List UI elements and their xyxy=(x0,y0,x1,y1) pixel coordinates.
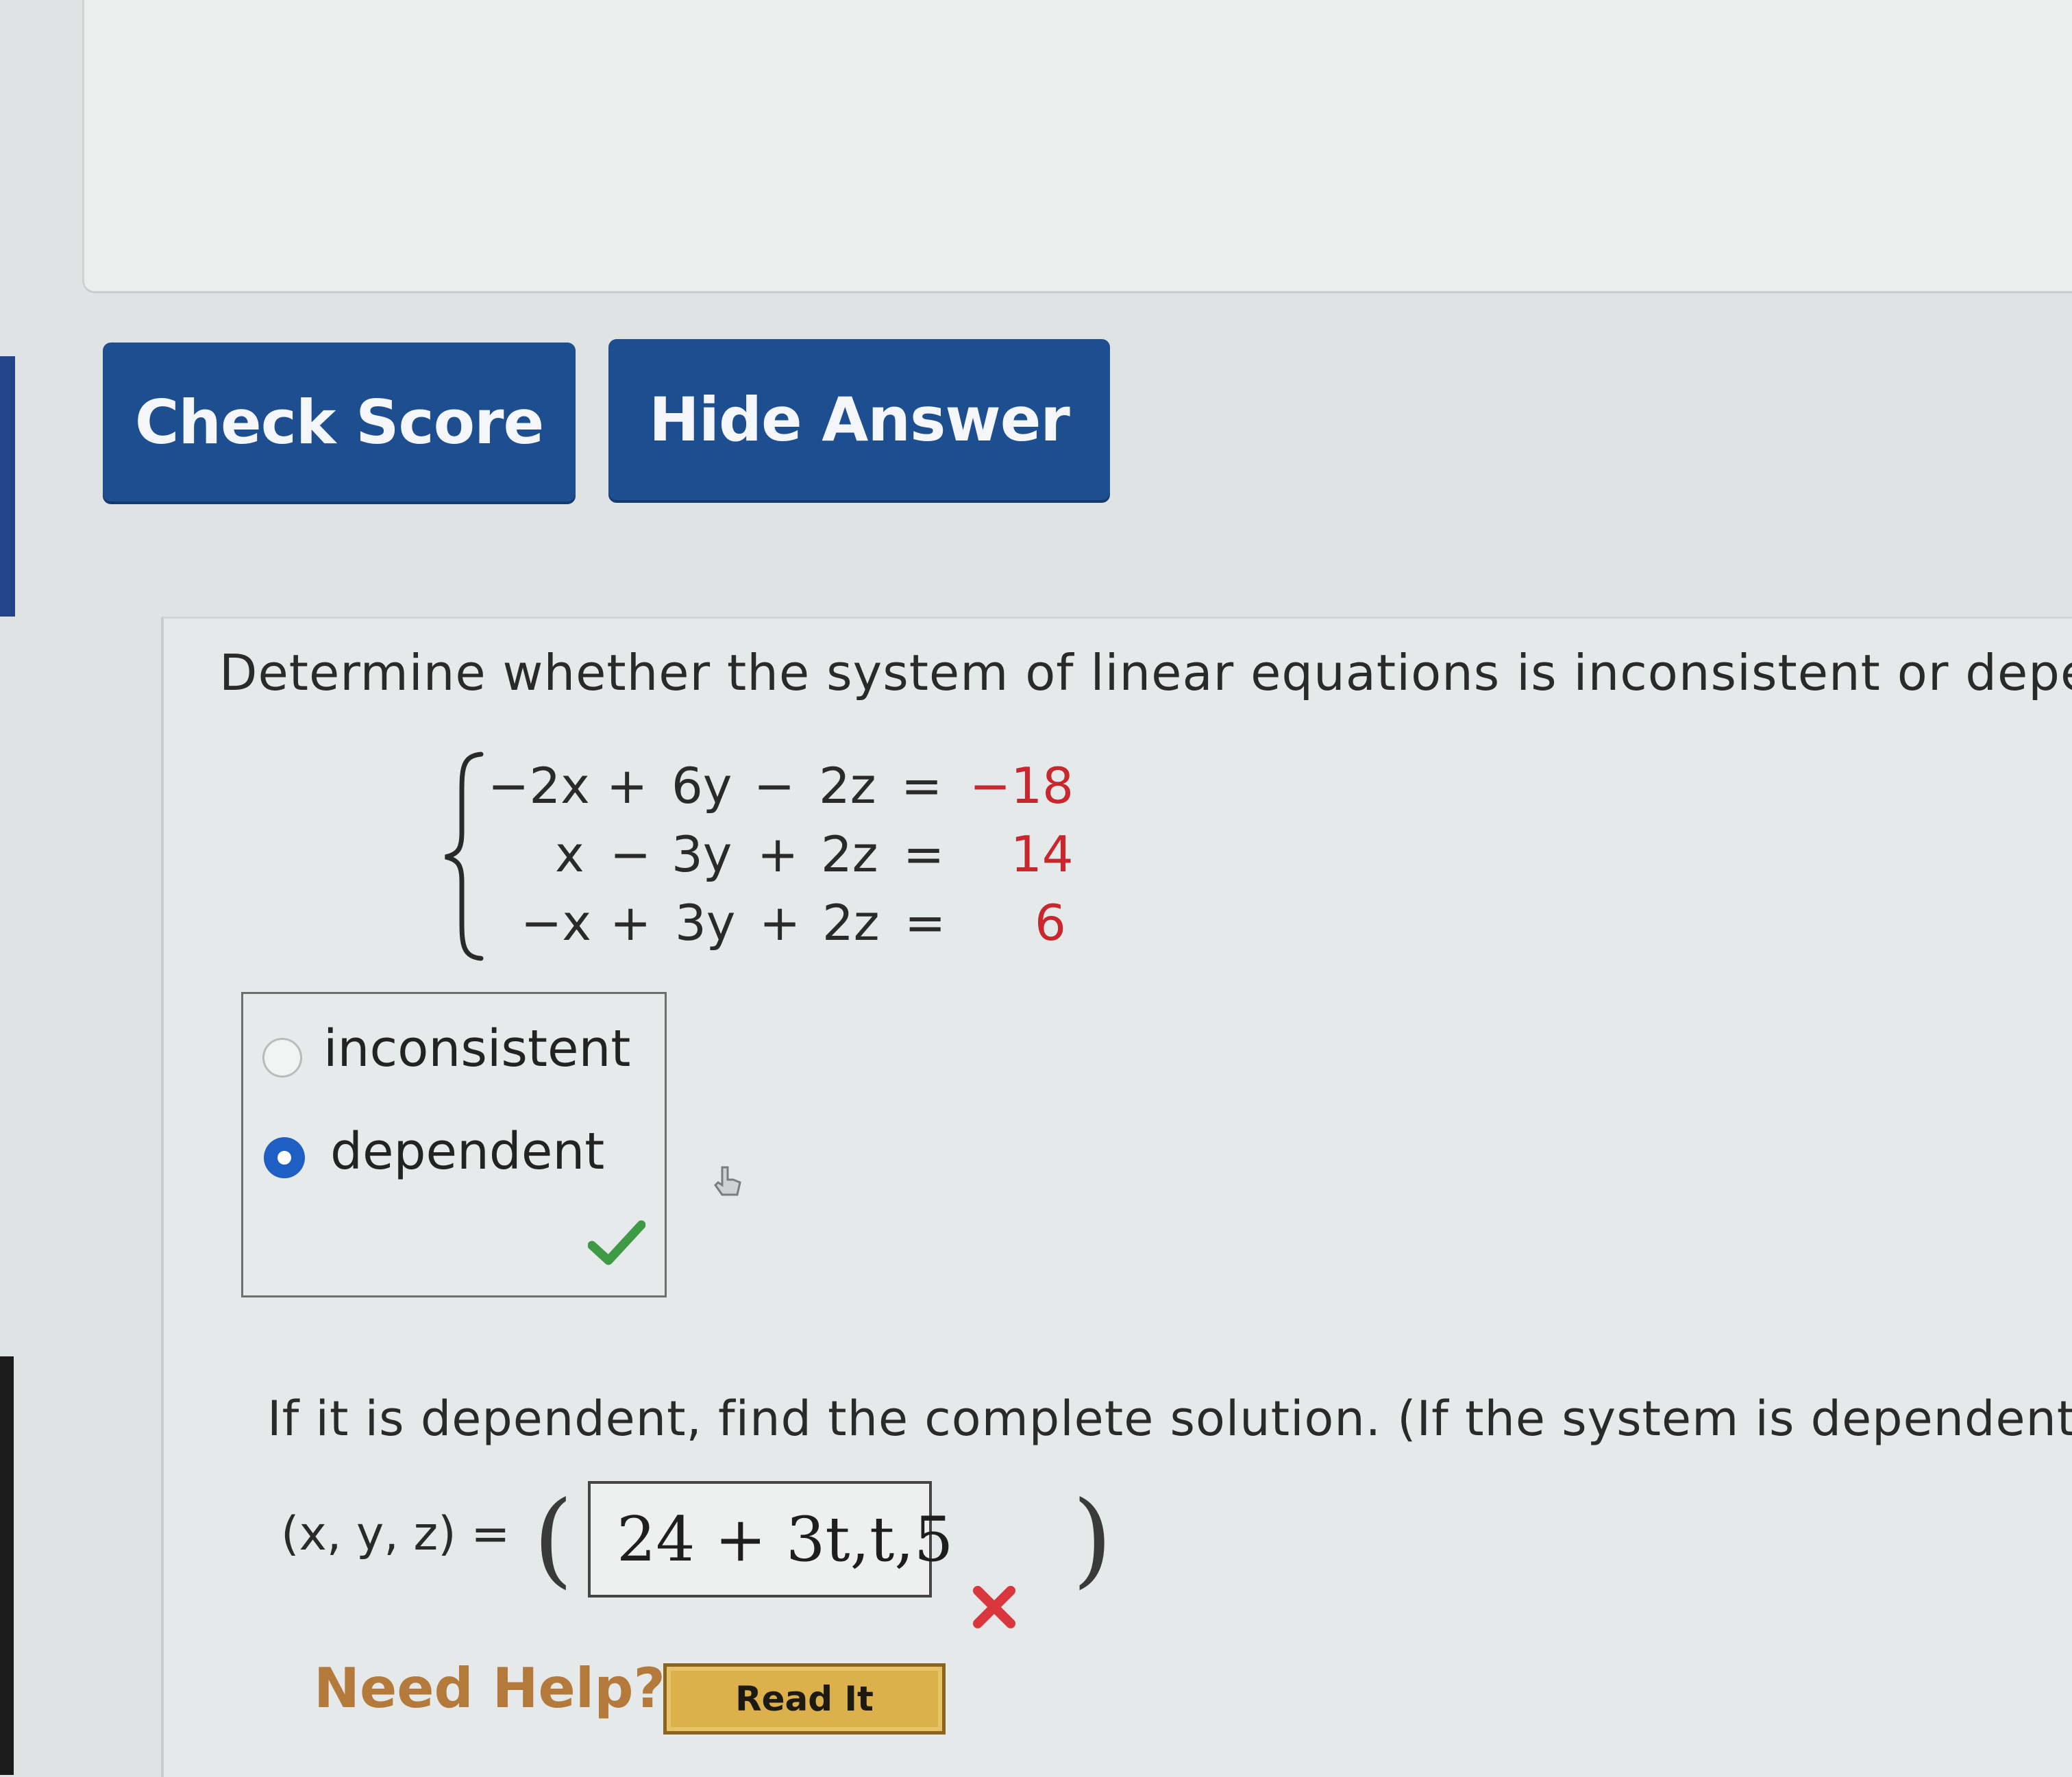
eq2-rhs: 14 xyxy=(1011,825,1074,883)
equation-row-2: x − 3y + 2z = 14 xyxy=(439,825,1089,894)
eq1-rhs: −18 xyxy=(970,757,1074,815)
read-it-button[interactable]: Read It xyxy=(663,1663,946,1735)
left-accent-bar xyxy=(0,356,15,617)
eq2-term-y: 3y xyxy=(671,825,732,883)
hide-answer-button[interactable]: Hide Answer xyxy=(608,339,1110,500)
equation-system: −2x + 6y − 2z = −18 x − 3y + 2z = 14 −x … xyxy=(439,750,1089,962)
check-score-button[interactable]: Check Score xyxy=(103,343,576,501)
eq3-op-1: + xyxy=(610,894,652,952)
x-icon xyxy=(973,1586,1015,1628)
option-dependent-label[interactable]: dependent xyxy=(330,1122,604,1181)
eq3-term-x: −x xyxy=(521,894,591,952)
eq3-equals: = xyxy=(904,894,946,952)
eq3-rhs: 6 xyxy=(1035,894,1066,952)
radio-dependent[interactable] xyxy=(264,1137,305,1178)
eq2-term-z: 2z xyxy=(821,825,878,883)
equation-row-3: −x + 3y + 2z = 6 xyxy=(439,894,1089,962)
need-help-label: Need Help? xyxy=(314,1656,665,1720)
close-paren: ) xyxy=(1072,1480,1113,1599)
screen-bezel-edge xyxy=(0,1356,14,1775)
eq3-term-y: 3y xyxy=(675,894,736,952)
solution-label: (x, y, z) = xyxy=(281,1507,510,1561)
eq3-term-z: 2z xyxy=(822,894,880,952)
open-paren: ( xyxy=(533,1480,574,1599)
eq2-term-x: x xyxy=(555,825,584,883)
pointer-cursor-icon xyxy=(714,1166,741,1196)
eq1-term-z: 2z xyxy=(819,757,876,815)
eq3-op-2: + xyxy=(759,894,801,952)
check-icon xyxy=(588,1220,645,1265)
eq1-term-x: −2x xyxy=(488,757,590,815)
eq1-term-y: 6y xyxy=(671,757,732,815)
eq2-equals: = xyxy=(903,825,945,883)
radio-inconsistent[interactable] xyxy=(262,1038,302,1078)
part2-prompt: If it is dependent, find the complete so… xyxy=(267,1391,2072,1447)
eq1-op-1: + xyxy=(606,757,648,815)
eq1-op-2: − xyxy=(754,757,796,815)
question-prompt: Determine whether the system of linear e… xyxy=(219,644,2072,701)
top-content-panel xyxy=(82,0,2072,293)
option-inconsistent-label[interactable]: inconsistent xyxy=(323,1019,630,1078)
eq2-op-2: + xyxy=(757,825,799,883)
solution-input[interactable]: 24 + 3t,t,5 xyxy=(588,1481,953,1598)
eq2-op-1: − xyxy=(610,825,652,883)
eq1-equals: = xyxy=(901,757,943,815)
equation-row-1: −2x + 6y − 2z = −18 xyxy=(439,757,1089,825)
